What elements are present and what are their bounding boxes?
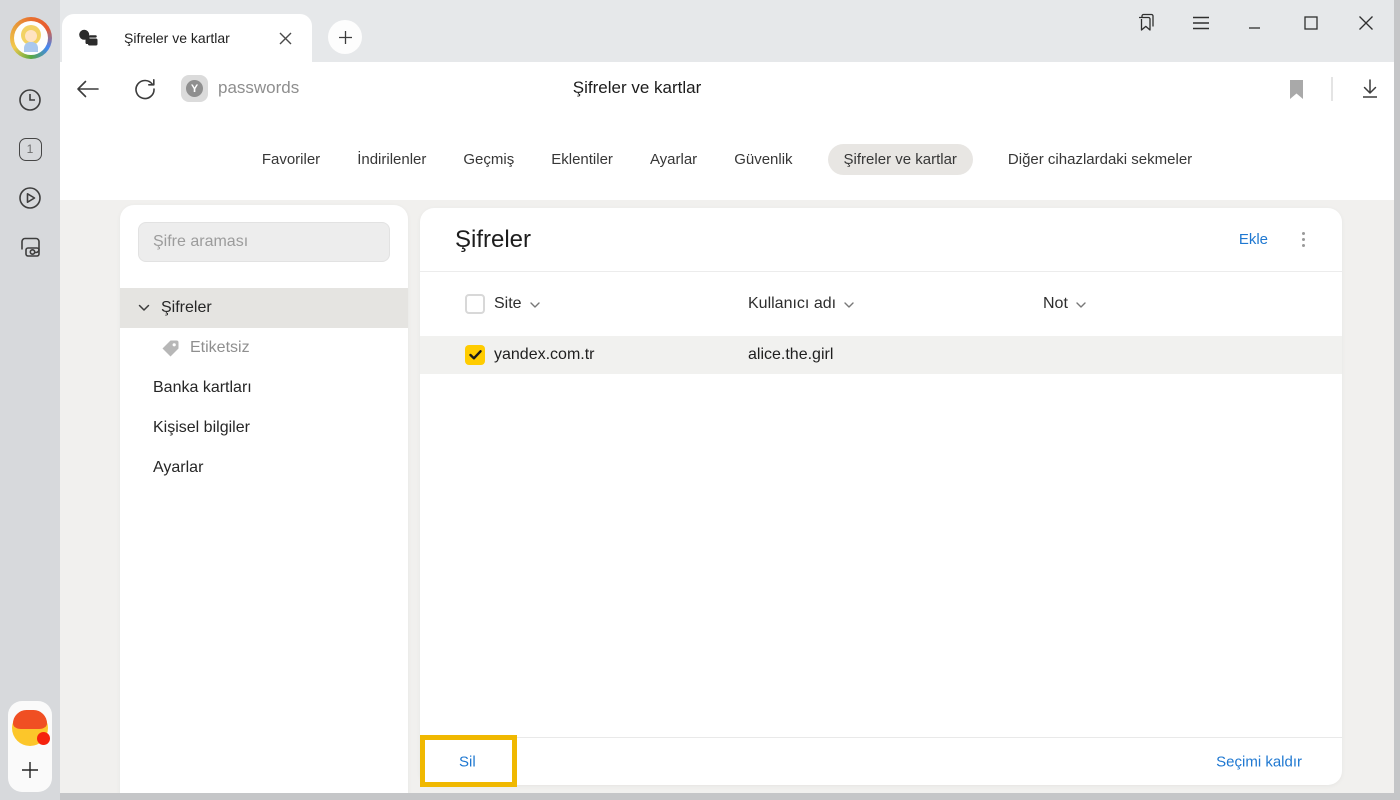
sidebar-item-kisisel-bilgiler[interactable]: Kişisel bilgiler	[120, 408, 408, 448]
cell-username: alice.the.girl	[748, 346, 833, 364]
nav-tab-indirilenler[interactable]: İndirilenler	[355, 144, 428, 175]
sidebar-item-label: Ayarlar	[153, 459, 203, 477]
window-close-icon[interactable]	[1352, 7, 1380, 39]
tag-icon	[161, 339, 180, 358]
kebab-menu-icon[interactable]	[1298, 228, 1309, 251]
passwords-sidebar: Şifreler Etiketsiz Banka kartları Kişi	[120, 205, 408, 800]
column-header-note[interactable]: Not	[1043, 295, 1086, 313]
reload-icon[interactable]	[131, 75, 159, 103]
sidebar-item-sifreler[interactable]: Şifreler	[120, 288, 408, 328]
side-panels-icon[interactable]	[1132, 7, 1160, 39]
column-label: Kullanıcı adı	[748, 295, 836, 313]
table-header-row: Site Kullanıcı adı	[420, 272, 1342, 336]
rail-plus-icon[interactable]	[15, 755, 45, 785]
column-header-username[interactable]: Kullanıcı adı	[748, 295, 854, 313]
sidebar-item-ayarlar[interactable]: Ayarlar	[120, 448, 408, 488]
sidebar-list: Şifreler Etiketsiz Banka kartları Kişi	[120, 288, 408, 488]
nav-tab-sifreler-ve-kartlar[interactable]: Şifreler ve kartlar	[828, 144, 973, 175]
browser-window: 1	[0, 0, 1400, 800]
tab-strip: Şifreler ve kartlar	[60, 0, 1400, 62]
sidebar-item-label: Kişisel bilgiler	[153, 419, 250, 437]
bookmark-icon[interactable]	[1282, 75, 1310, 103]
nav-tab-guvenlik[interactable]: Güvenlik	[732, 144, 794, 175]
column-label: Not	[1043, 295, 1068, 313]
nav-tab-eklentiler[interactable]: Eklentiler	[549, 144, 615, 175]
menu-icon[interactable]	[1187, 7, 1215, 39]
panel-footer: Sil Seçimi kaldır	[420, 737, 1342, 785]
chevron-down-icon	[138, 304, 150, 312]
downloads-icon[interactable]	[1356, 75, 1384, 103]
select-all-checkbox[interactable]	[465, 294, 485, 314]
url-text[interactable]: passwords	[218, 78, 299, 98]
sidebar-item-etiketsiz[interactable]: Etiketsiz	[120, 328, 408, 368]
alice-orb-icon[interactable]	[12, 710, 48, 746]
maximize-icon[interactable]	[1297, 7, 1325, 39]
panel-header: Şifreler Ekle	[420, 208, 1342, 272]
sort-chevron-icon	[844, 302, 854, 308]
sidebar-item-banka-kartlari[interactable]: Banka kartları	[120, 368, 408, 408]
sort-chevron-icon	[1076, 302, 1086, 308]
window-border-right	[1394, 0, 1400, 800]
tab-counter-icon[interactable]: 1	[12, 131, 48, 167]
toolbar: Y passwords Şifreler ve kartlar	[60, 62, 1400, 115]
panel-title: Şifreler	[455, 226, 531, 254]
sidebar-item-label: Banka kartları	[153, 379, 252, 397]
add-password-button[interactable]: Ekle	[1239, 231, 1268, 248]
window-controls	[1132, 7, 1380, 39]
toolbar-divider	[1331, 77, 1333, 101]
password-row[interactable]: yandex.com.tr alice.the.girl	[420, 336, 1342, 374]
sidebar-item-label: Etiketsiz	[190, 339, 250, 357]
column-label: Site	[494, 295, 522, 313]
page-content: Favoriler İndirilenler Geçmiş Eklentiler…	[60, 115, 1394, 800]
yandex-y-glyph: Y	[186, 80, 203, 97]
sidebar-item-label: Şifreler	[161, 299, 212, 317]
passwords-key-icon	[78, 29, 99, 48]
side-rail: 1	[0, 0, 60, 800]
nav-tab-favoriler[interactable]: Favoriler	[260, 144, 322, 175]
tab-count: 1	[19, 138, 42, 161]
password-search-input[interactable]	[138, 222, 390, 262]
avatar[interactable]	[10, 17, 52, 59]
passwords-panel: Şifreler Ekle Site Kullanıcı adı	[420, 208, 1342, 785]
settings-nav: Favoriler İndirilenler Geçmiş Eklentiler…	[60, 144, 1394, 175]
nav-tab-diger-cihazlar[interactable]: Diğer cihazlardaki sekmeler	[1006, 144, 1194, 175]
minimize-icon[interactable]	[1242, 7, 1270, 39]
clear-selection-button[interactable]: Seçimi kaldır	[1216, 753, 1302, 770]
column-header-site[interactable]: Site	[494, 295, 540, 313]
tab-title: Şifreler ve kartlar	[124, 30, 230, 46]
avatar-image	[14, 21, 48, 55]
screenshot-icon[interactable]	[12, 229, 48, 265]
cell-site: yandex.com.tr	[494, 346, 594, 364]
nav-tab-ayarlar[interactable]: Ayarlar	[648, 144, 699, 175]
history-clock-icon[interactable]	[12, 82, 48, 118]
row-checkbox-checked[interactable]	[465, 345, 485, 365]
play-icon[interactable]	[12, 180, 48, 216]
active-tab[interactable]: Şifreler ve kartlar	[62, 14, 312, 62]
delete-button[interactable]: Sil	[459, 753, 476, 770]
site-badge-icon[interactable]: Y	[181, 75, 208, 102]
back-icon[interactable]	[74, 75, 102, 103]
rail-bottom-panel	[8, 701, 52, 792]
page-title: Şifreler ve kartlar	[573, 78, 701, 98]
new-tab-button[interactable]	[328, 20, 362, 54]
sort-chevron-icon	[530, 302, 540, 308]
tab-close-icon[interactable]	[275, 28, 296, 49]
nav-tab-gecmis[interactable]: Geçmiş	[461, 144, 516, 175]
window-border-bottom	[60, 793, 1400, 800]
rail-icon-stack: 1	[0, 82, 60, 265]
